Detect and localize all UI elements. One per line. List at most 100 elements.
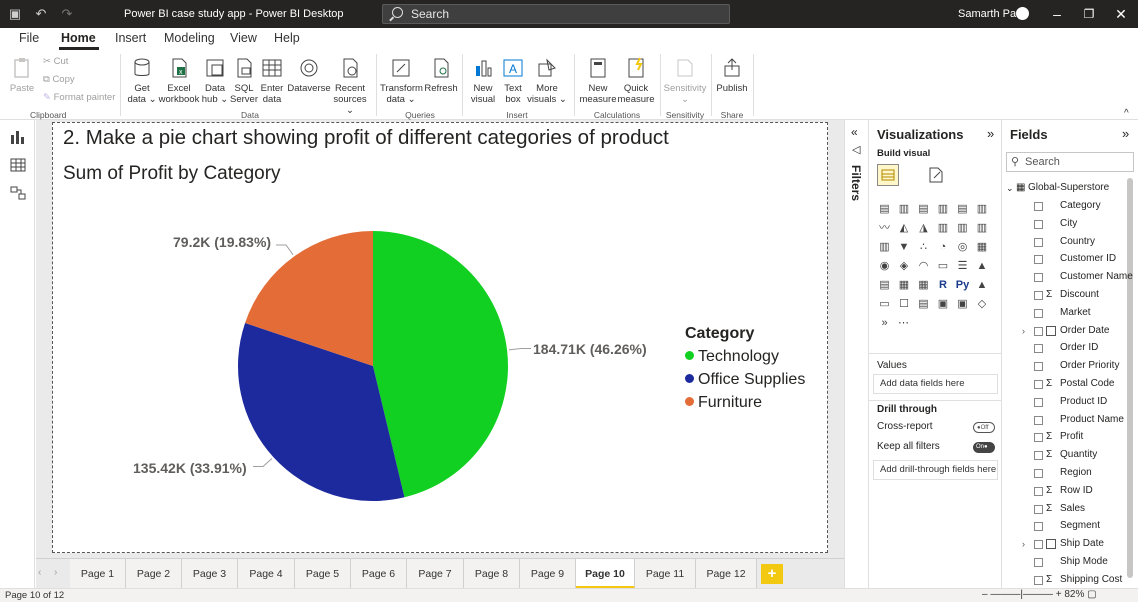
- qa-icon[interactable]: ☐: [897, 297, 912, 312]
- field-checkbox[interactable]: [1034, 433, 1043, 443]
- undo-icon[interactable]: ↶: [32, 5, 50, 23]
- collapse-ribbon-icon[interactable]: ^: [1124, 108, 1129, 119]
- tab-page-8[interactable]: Page 8: [464, 559, 520, 589]
- close-icon[interactable]: ✕: [1110, 4, 1132, 24]
- field-product-name[interactable]: Product Name: [1002, 412, 1138, 428]
- drill-through-well[interactable]: Add drill-through fields here: [873, 460, 998, 480]
- tab-scroll-left-icon[interactable]: ‹: [38, 567, 41, 578]
- chevron-down-icon[interactable]: ⌄: [1006, 180, 1014, 196]
- redo-icon[interactable]: ↷: [58, 5, 76, 23]
- decomposition-tree-icon[interactable]: ▭: [877, 297, 892, 312]
- field-checkbox[interactable]: [1034, 575, 1043, 585]
- tab-page-7[interactable]: Page 7: [407, 559, 464, 589]
- add-page-button[interactable]: +: [761, 564, 783, 584]
- values-well[interactable]: Add data fields here: [873, 374, 998, 394]
- donut-icon[interactable]: ◎: [955, 240, 970, 255]
- restore-icon[interactable]: ❐: [1078, 4, 1100, 24]
- tab-page-10[interactable]: Page 10: [576, 559, 635, 589]
- menu-view[interactable]: View: [230, 31, 257, 45]
- table-icon[interactable]: ▦: [897, 278, 912, 293]
- tab-page-2[interactable]: Page 2: [126, 559, 182, 589]
- field-row-id[interactable]: Σ Row ID: [1002, 483, 1138, 499]
- legend-item-office-supplies[interactable]: Office Supplies: [685, 371, 805, 389]
- stacked-bar-icon[interactable]: ▤: [877, 202, 892, 217]
- line-column-icon[interactable]: ▥: [936, 221, 951, 236]
- expand-icon[interactable]: »: [1122, 126, 1129, 141]
- field-checkbox[interactable]: [1034, 326, 1043, 336]
- field-order-priority[interactable]: Order Priority: [1002, 358, 1138, 374]
- fit-to-page-icon[interactable]: ▢: [1087, 589, 1096, 600]
- field-checkbox[interactable]: [1034, 362, 1043, 372]
- scatter-icon[interactable]: ∴: [916, 240, 931, 255]
- map-icon[interactable]: ◉: [877, 259, 892, 274]
- field-sales[interactable]: Σ Sales: [1002, 501, 1138, 517]
- 100-column-icon[interactable]: ▥: [975, 202, 990, 217]
- data-view-icon[interactable]: [10, 158, 26, 172]
- tab-page-11[interactable]: Page 11: [635, 559, 696, 589]
- 100-bar-icon[interactable]: ▤: [955, 202, 970, 217]
- cross-report-toggle[interactable]: ●Off: [973, 422, 995, 433]
- menu-home[interactable]: Home: [61, 31, 96, 45]
- field-ship-date[interactable]: › Ship Date: [1002, 536, 1138, 552]
- transform-data-button[interactable]: Transform data ⌄: [380, 56, 423, 105]
- smart-narrative-icon[interactable]: ▤: [916, 297, 931, 312]
- format-visual-icon[interactable]: [925, 164, 947, 186]
- paginated-icon[interactable]: ▣: [936, 297, 951, 312]
- copy-button[interactable]: ⧉ Copy: [43, 74, 75, 85]
- new-visual-button[interactable]: New visual: [466, 56, 500, 105]
- field-market[interactable]: Market: [1002, 305, 1138, 321]
- filled-map-icon[interactable]: ◈: [897, 259, 912, 274]
- field-checkbox[interactable]: [1034, 486, 1043, 496]
- keep-filters-toggle[interactable]: On●: [973, 442, 995, 453]
- field-region[interactable]: Region: [1002, 465, 1138, 481]
- funnel-icon[interactable]: ▼: [897, 240, 912, 255]
- tab-page-3[interactable]: Page 3: [182, 559, 238, 589]
- publish-button[interactable]: Publish: [714, 56, 750, 94]
- user-name[interactable]: Samarth Patil: [958, 8, 1024, 20]
- field-city[interactable]: City: [1002, 216, 1138, 232]
- minimize-icon[interactable]: –: [1046, 4, 1068, 24]
- chevron-right-icon[interactable]: ›: [1022, 323, 1025, 339]
- field-product-id[interactable]: Product ID: [1002, 394, 1138, 410]
- table-global-superstore[interactable]: ⌄ ▦ Global-Superstore: [1002, 180, 1138, 196]
- tab-page-5[interactable]: Page 5: [295, 559, 351, 589]
- stacked-area-icon[interactable]: ◮: [916, 221, 931, 236]
- new-measure-button[interactable]: New measure: [578, 56, 618, 105]
- slicer-icon[interactable]: ▤: [877, 278, 892, 293]
- tab-page-6[interactable]: Page 6: [351, 559, 407, 589]
- format-painter-button[interactable]: ✎ Format painter: [43, 92, 115, 103]
- tab-page-1[interactable]: Page 1: [70, 559, 126, 589]
- field-checkbox[interactable]: [1034, 558, 1043, 567]
- sql-server-button[interactable]: SQL Server: [230, 56, 258, 105]
- build-visual-tab[interactable]: [877, 164, 899, 186]
- key-influencers-icon[interactable]: ▲: [975, 278, 990, 293]
- field-shipping-cost[interactable]: Σ Shipping Cost: [1002, 572, 1138, 588]
- field-postal-code[interactable]: Σ Postal Code: [1002, 376, 1138, 392]
- field-segment[interactable]: Segment: [1002, 518, 1138, 534]
- line-icon[interactable]: 〰: [877, 221, 892, 236]
- ribbon-icon[interactable]: ▥: [975, 221, 990, 236]
- field-checkbox[interactable]: [1034, 451, 1043, 461]
- field-checkbox[interactable]: [1034, 237, 1043, 247]
- chevron-right-icon[interactable]: ›: [1022, 536, 1025, 552]
- field-checkbox[interactable]: [1034, 219, 1043, 229]
- search-input[interactable]: Search: [382, 4, 730, 24]
- field-checkbox[interactable]: [1034, 344, 1043, 354]
- field-checkbox[interactable]: [1034, 273, 1043, 283]
- menu-insert[interactable]: Insert: [115, 31, 146, 45]
- field-discount[interactable]: Σ Discount: [1002, 287, 1138, 303]
- power-apps-icon[interactable]: ▣: [955, 297, 970, 312]
- avatar[interactable]: [1016, 7, 1029, 20]
- zoom-control[interactable]: – ———|——— + 82% ▢: [982, 589, 1097, 600]
- menu-help[interactable]: Help: [274, 31, 300, 45]
- field-country[interactable]: Country: [1002, 234, 1138, 250]
- quick-measure-button[interactable]: Quick measure: [616, 56, 656, 105]
- power-automate-icon[interactable]: ◇: [975, 297, 990, 312]
- field-ship-mode[interactable]: Ship Mode: [1002, 554, 1138, 570]
- python-visual-icon[interactable]: Py: [955, 278, 970, 293]
- sensitivity-button[interactable]: Sensitivity ⌄: [662, 56, 708, 105]
- enter-data-button[interactable]: Enter data: [258, 56, 286, 105]
- more-visuals-button[interactable]: More visuals ⌄: [526, 56, 568, 105]
- field-customer-id[interactable]: Customer ID: [1002, 251, 1138, 267]
- text-box-button[interactable]: A Text box: [500, 56, 526, 105]
